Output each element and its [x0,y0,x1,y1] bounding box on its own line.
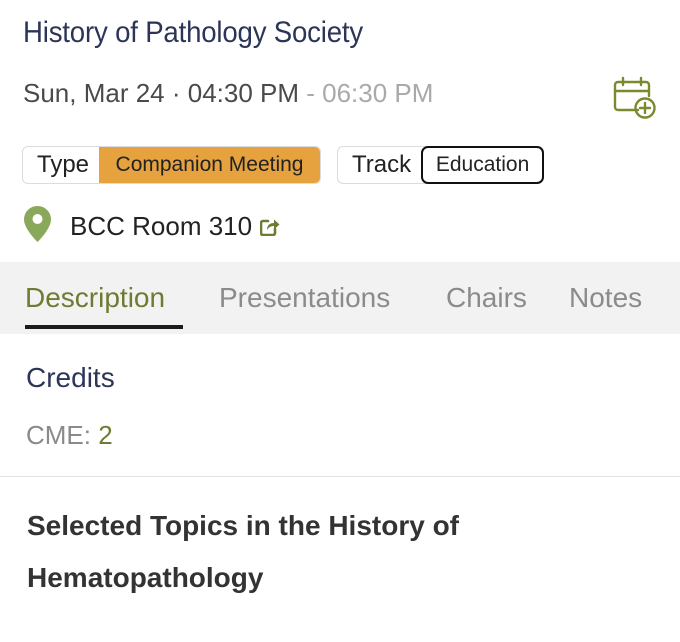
cme-value: 2 [98,420,113,450]
calendar-add-icon [613,76,656,119]
type-value: Companion Meeting [99,147,320,183]
tab-description[interactable]: Description [25,282,165,314]
tab-notes[interactable]: Notes [569,282,642,314]
time-separator: - [299,78,323,108]
section-divider [0,476,680,477]
tab-chairs[interactable]: Chairs [446,282,527,314]
track-chip: Track Education [337,146,544,184]
credits-heading: Credits [26,362,115,393]
track-value: Education [421,146,544,184]
end-time: 06:30 PM [322,78,434,108]
tab-presentations[interactable]: Presentations [219,282,390,314]
start-time: Sun, Mar 24 · 04:30 PM [23,78,300,108]
type-chip: Type Companion Meeting [22,146,321,184]
cme-credits: CME: 2 [26,420,113,451]
track-label: Track [352,151,412,178]
location-room: BCC Room 310 [70,211,253,241]
share-icon [260,219,280,236]
type-label: Type [37,151,90,178]
add-to-calendar-button[interactable] [612,76,658,120]
tab-bar: Description Presentations Chairs Notes [0,262,680,334]
session-title: Selected Topics in the History of Hemato… [27,510,460,593]
event-datetime: Sun, Mar 24 · 04:30 PM - 06:30 PM [23,78,433,109]
cme-label: CME: [26,420,99,450]
event-title: History of Pathology Society [23,16,364,49]
location-link[interactable]: BCC Room 310 [70,211,280,242]
active-tab-indicator [25,325,183,329]
map-pin-icon [24,206,51,242]
